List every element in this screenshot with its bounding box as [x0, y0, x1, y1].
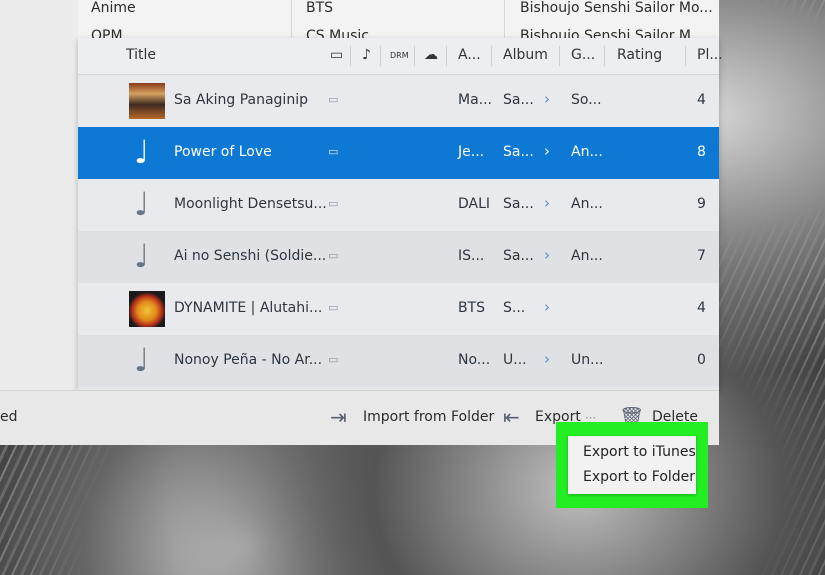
table-row[interactable]: DYNAMITE | Alutahi... ▭ BTS S... › 4 [78, 283, 719, 335]
app-window: Anime OPM BTS CS Music Bishoujo Senshi S… [0, 0, 723, 445]
song-album: Sa... [503, 144, 534, 160]
header-rating[interactable]: Rating [617, 47, 662, 63]
song-plays: 4 [697, 92, 706, 108]
song-genre: An... [571, 248, 603, 264]
album-art [129, 291, 165, 327]
song-artist: BTS [458, 300, 486, 316]
cloud-sync-icon: ▭ [328, 249, 339, 262]
genre-item[interactable]: Bishoujo Senshi Sailor Mo... [520, 0, 713, 16]
song-artist: No... [458, 352, 491, 368]
chevron-right-icon[interactable]: › [544, 298, 550, 316]
song-title: Sa Aking Panaginip [174, 92, 308, 108]
song-genre: An... [571, 144, 603, 160]
song-artist: Ma... [458, 92, 493, 108]
chevron-right-icon[interactable]: › [544, 246, 550, 264]
header-album[interactable]: Album [503, 47, 548, 63]
song-plays: 9 [697, 196, 706, 212]
chevron-right-icon[interactable]: › [544, 194, 550, 212]
song-artist: Je... [458, 144, 485, 160]
header-artist[interactable]: A... [458, 47, 481, 63]
song-title: Ai no Senshi (Soldie... [174, 248, 327, 264]
song-plays: 7 [697, 248, 706, 264]
music-note-icon: ♩ [134, 185, 150, 223]
song-genre: So... [571, 92, 602, 108]
song-title: DYNAMITE | Alutahi... [174, 300, 323, 316]
genre-item[interactable]: Anime [91, 0, 136, 16]
cloud-icon[interactable]: ☁ [424, 47, 438, 63]
table-header: Title ▭ ♪ DRM ☁ A... Album G... Rating P… [78, 38, 723, 75]
song-genre: Un... [571, 352, 604, 368]
music-note-icon: ♩ [134, 341, 150, 379]
chevron-right-icon[interactable]: › [544, 350, 550, 368]
genre-column-3[interactable]: Bishoujo Senshi Sailor Mo... Bishoujo Se… [520, 0, 715, 38]
genre-column-1[interactable]: Anime OPM [91, 0, 291, 38]
song-title: Moonlight Densetsu... [174, 196, 327, 212]
genre-column-2[interactable]: BTS CS Music [306, 0, 506, 38]
song-genre: An... [571, 196, 603, 212]
cloud-sync-icon: ▭ [328, 301, 339, 314]
cloud-sync-icon: ▭ [328, 145, 339, 158]
song-title: Power of Love [174, 144, 272, 160]
music-file-icon[interactable]: ♪ [362, 47, 371, 63]
menu-item-export-to-itunes[interactable]: Export to iTunes [583, 444, 696, 460]
cloud-sync-icon: ▭ [328, 197, 339, 210]
header-title[interactable]: Title [126, 47, 156, 63]
song-album: Sa... [503, 196, 534, 212]
song-album: Sa... [503, 92, 534, 108]
song-plays: 4 [697, 300, 706, 316]
genre-item[interactable]: OPM [91, 28, 123, 38]
genre-item[interactable]: Bishoujo Senshi Sailor M... [520, 28, 704, 38]
genre-item[interactable]: BTS [306, 0, 333, 16]
chevron-right-icon[interactable]: › [544, 142, 550, 160]
export-dropdown-menu: Export to iTunes Export to Folder [568, 436, 696, 494]
cloud-sync-icon: ▭ [328, 353, 339, 366]
chevron-right-icon[interactable]: › [544, 90, 550, 108]
song-artist: IS... [458, 248, 485, 264]
header-genre[interactable]: G... [571, 47, 595, 63]
genre-browser: Anime OPM BTS CS Music Bishoujo Senshi S… [78, 0, 719, 38]
header-plays[interactable]: Pl... [697, 47, 723, 63]
song-album: Sa... [503, 248, 534, 264]
table-row[interactable]: ♩ Power of Love ▭ Je... Sa... › An... 8 [78, 127, 719, 179]
song-album: U... [503, 352, 527, 368]
left-pane [0, 0, 79, 390]
songs-table: Title ▭ ♪ DRM ☁ A... Album G... Rating P… [78, 38, 723, 390]
table-row[interactable]: ♩ Nonoy Peña - No Ar... ▭ No... U... › U… [78, 335, 719, 387]
table-row[interactable]: ♩ Moonlight Densetsu... ▭ DALI Sa... › A… [78, 179, 719, 231]
genre-item[interactable]: CS Music [306, 28, 369, 38]
menu-item-export-to-folder[interactable]: Export to Folder [583, 469, 695, 485]
import-folder-icon[interactable]: ⇥ [330, 405, 347, 429]
music-note-icon: ♩ [134, 237, 150, 275]
song-plays: 8 [697, 144, 706, 160]
import-from-folder-button[interactable]: Import from Folder [363, 409, 494, 425]
song-album: S... [503, 300, 526, 316]
cloud-sync-icon: ▭ [328, 93, 339, 106]
cloud-sync-icon[interactable]: ▭ [330, 47, 343, 63]
song-artist: DALI [458, 196, 491, 212]
song-title: Nonoy Peña - No Ar... [174, 352, 323, 368]
album-art [129, 83, 165, 119]
export-icon[interactable]: ⇤ [503, 405, 520, 429]
table-row[interactable]: Sa Aking Panaginip ▭ Ma... Sa... › So...… [78, 75, 719, 127]
music-note-icon: ♩ [134, 133, 150, 171]
drm-icon[interactable]: DRM [390, 51, 409, 60]
song-plays: 0 [697, 352, 706, 368]
status-text: ed [0, 409, 18, 425]
table-row[interactable]: ♩ Ai no Senshi (Soldie... ▭ IS... Sa... … [78, 231, 719, 283]
